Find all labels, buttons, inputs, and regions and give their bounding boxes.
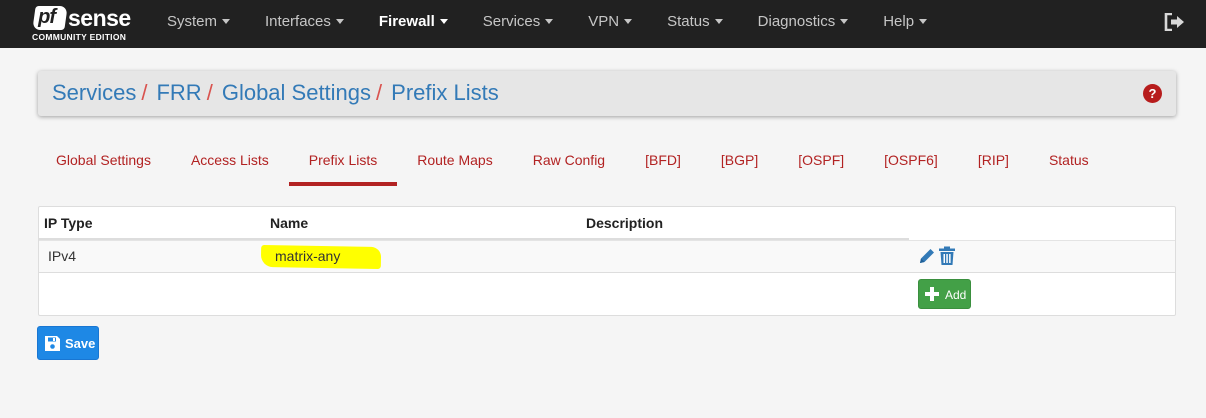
save-disk-icon [45, 336, 60, 351]
edit-pencil-icon[interactable] [918, 247, 936, 265]
save-button[interactable]: Save [37, 326, 99, 360]
trash-icon[interactable] [938, 246, 956, 266]
column-header-ip-type: IP Type [44, 215, 93, 231]
pfsense-logo[interactable]: pf sense COMMUNITY EDITION [32, 5, 140, 45]
tab-route-maps[interactable]: Route Maps [397, 138, 512, 186]
nav-item-interfaces[interactable]: Interfaces [248, 0, 362, 48]
breadcrumb-services[interactable]: Services [52, 80, 136, 105]
nav-item-diagnostics[interactable]: Diagnostics [741, 0, 867, 48]
tab-raw-config[interactable]: Raw Config [513, 138, 625, 186]
help-icon[interactable]: ? [1143, 84, 1162, 103]
nav-item-label: System [167, 13, 218, 30]
plus-icon [925, 287, 939, 301]
nav-item-label: Firewall [378, 13, 435, 30]
nav-item-system[interactable]: System [150, 0, 248, 48]
nav-item-label: Interfaces [265, 13, 331, 30]
column-header-name: Name [270, 215, 309, 231]
caret-down-icon [919, 18, 928, 24]
nav-item-vpn[interactable]: VPN [571, 0, 650, 48]
caret-down-icon [222, 18, 231, 24]
save-button-label: Save [65, 336, 96, 351]
breadcrumb-global-settings[interactable]: Global Settings [222, 80, 371, 105]
caret-down-icon [840, 18, 849, 24]
tab-ospf6[interactable]: [OSPF6] [864, 138, 958, 186]
nav-item-label: Diagnostics [757, 13, 836, 30]
breadcrumb-separator: / [376, 80, 383, 105]
caret-down-icon [439, 18, 448, 24]
main-menu: System Interfaces Firewall Services VPN … [150, 0, 945, 48]
tab-rip[interactable]: [RIP] [958, 138, 1029, 186]
nav-item-label: Status [667, 13, 710, 30]
prefix-lists-table: IP Type Name Description IPv4 matrix-any… [38, 206, 1176, 316]
tab-access-lists[interactable]: Access Lists [171, 138, 289, 186]
caret-down-icon [545, 18, 554, 24]
tab-bar: Global Settings Access Lists Prefix List… [36, 138, 1109, 186]
nav-item-firewall[interactable]: Firewall [362, 0, 466, 48]
logo-sense-text: sense [68, 5, 131, 31]
logo-pf-mark: pf [32, 6, 68, 30]
top-navbar: pf sense COMMUNITY EDITION System Interf… [0, 0, 1206, 48]
breadcrumb-panel: Services / FRR / Global Settings / Prefix List… [38, 71, 1176, 116]
caret-down-icon [714, 18, 723, 24]
nav-item-label: Help [883, 13, 915, 30]
nav-item-label: Services [482, 13, 541, 30]
add-button-label: Add [945, 288, 967, 302]
column-header-description: Description [586, 215, 664, 231]
tab-ospf[interactable]: [OSPF] [778, 138, 864, 186]
nav-item-status[interactable]: Status [650, 0, 741, 48]
logo-edition-text: COMMUNITY EDITION [32, 32, 127, 42]
logo-pf-text: pf [38, 6, 56, 28]
breadcrumb: Services / FRR / Global Settings / Prefix List… [52, 80, 499, 106]
caret-down-icon [335, 18, 344, 24]
nav-item-help[interactable]: Help [866, 0, 945, 48]
table-row: IPv4 matrix-any [39, 240, 1175, 273]
sign-out-icon[interactable] [1164, 13, 1186, 31]
breadcrumb-frr[interactable]: FRR [156, 80, 201, 105]
breadcrumb-prefix-lists[interactable]: Prefix Lists [391, 80, 499, 105]
tab-status[interactable]: Status [1029, 138, 1109, 186]
tab-bgp[interactable]: [BGP] [701, 138, 778, 186]
tab-global-settings[interactable]: Global Settings [36, 138, 171, 186]
breadcrumb-separator: / [141, 80, 148, 105]
breadcrumb-separator: / [206, 80, 213, 105]
tab-bfd[interactable]: [BFD] [625, 138, 701, 186]
caret-down-icon [624, 18, 633, 24]
nav-item-services[interactable]: Services [466, 0, 572, 48]
cell-ip-type: IPv4 [48, 248, 77, 264]
add-button[interactable]: Add [918, 279, 971, 309]
cell-name: matrix-any [275, 248, 341, 264]
tab-prefix-lists[interactable]: Prefix Lists [288, 138, 398, 186]
nav-item-label: VPN [588, 13, 620, 30]
